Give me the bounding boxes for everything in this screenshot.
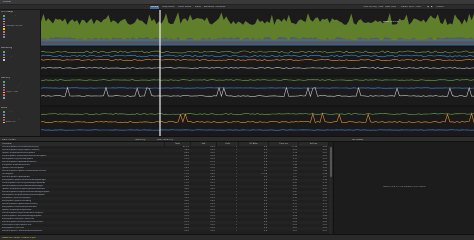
legend-item[interactable]: GC Allocated <box>3 97 18 99</box>
module-title: Memory <box>1 77 10 79</box>
legend-swatch <box>3 121 5 124</box>
cpu-frame-time-label: 66ms (15FPS) <box>383 21 399 23</box>
status-bar: Assertion failed: Invalid Input <box>0 234 474 240</box>
legend-item[interactable]: Others <box>3 36 12 38</box>
legend-label: Others <box>6 35 13 38</box>
details-hint: Select Line for the detailed information <box>383 186 426 188</box>
legend-label: Vertices <box>6 58 14 61</box>
table-body: PostLateUpdate.FinishFrameRendering 41.2%… <box>0 146 333 234</box>
module-title: Audio <box>1 107 8 109</box>
next-frame-button[interactable]: ▶ <box>430 6 434 9</box>
row-value: 1 <box>235 230 237 233</box>
legend-swatch <box>3 96 5 99</box>
allocation-callstacks-toggle[interactable]: Allocation Callstacks <box>203 6 226 9</box>
tab-raw-hierarchy[interactable]: Raw Hierarchy <box>157 139 173 141</box>
audio-module[interactable]: Audio Playing Sources Paused Sources Audio… <box>0 106 41 136</box>
legend-swatch <box>3 36 5 38</box>
table-row[interactable]: PostLateUpdate.ClearImmediateRenderers 0.… <box>0 230 333 233</box>
memory-graph-bg <box>41 76 474 106</box>
rendering-module[interactable]: Rendering Batches SetPass Calls Triangles V… <box>0 46 41 76</box>
window-title: Profiler <box>3 1 12 3</box>
module-title: CPU Usage <box>1 11 13 13</box>
module-title: Rendering <box>1 47 13 49</box>
save-button[interactable]: Save <box>390 6 397 9</box>
row-value: 0.0% <box>184 230 189 233</box>
rendering-graph-bg <box>41 46 474 76</box>
legend-label: GC Allocated <box>6 96 19 98</box>
row-name: PostLateUpdate.ClearImmediateRenderers <box>2 230 43 233</box>
profiler-module-list: CPU Usage Rendering Scripts Physics Animati… <box>0 10 41 136</box>
hierarchy-table: Overview Total Self Calls GC Alloc Time … <box>0 142 333 234</box>
target-dropdown[interactable]: Editor <box>194 6 202 9</box>
details-dropdown[interactable]: No Details <box>352 139 363 141</box>
console-warning-message[interactable]: Assertion failed: Invalid Input <box>2 237 36 239</box>
row-value: 0 B <box>263 230 267 233</box>
current-frame-button[interactable]: Current <box>435 6 445 9</box>
scrollbar-thumb[interactable] <box>329 147 332 177</box>
deep-profile-toggle[interactable]: Deep Profile <box>161 6 176 9</box>
legend-item[interactable]: Vertices <box>3 59 14 61</box>
row-value: 0.01 <box>322 230 327 233</box>
profile-editor-toggle[interactable]: Profile Editor <box>177 6 192 9</box>
legend-item[interactable]: Audio CPU <box>3 121 16 124</box>
legend-label: Global Illumination <box>6 30 24 32</box>
clear-on-play-toggle[interactable]: Clear on Play <box>362 6 378 9</box>
timeline-graphs[interactable] <box>41 10 474 136</box>
row-value: 0.01 <box>292 230 297 233</box>
table-scrollbar[interactable] <box>329 146 332 234</box>
row-value: 0.0% <box>210 230 215 233</box>
memory-module[interactable]: Memory Total Allocated Texture Memory Mesh… <box>0 76 41 106</box>
tab-hierarchy[interactable]: Hierarchy <box>135 139 146 141</box>
legend-label: Audio CPU <box>6 121 16 123</box>
thread-dropdown[interactable]: Main Thread <box>2 139 16 141</box>
cpu-module[interactable]: CPU Usage Rendering Scripts Physics Animati… <box>0 10 41 46</box>
details-pane: Select Line for the detailed information <box>333 142 474 234</box>
profiler-charts[interactable]: 66ms (15FPS) <box>41 10 474 136</box>
legend-swatch <box>3 59 5 61</box>
audio-graph-bg <box>41 106 474 136</box>
frame-counter: Frame: 3421 / 3421 <box>401 6 422 8</box>
record-toggle[interactable]: Record <box>150 6 160 9</box>
